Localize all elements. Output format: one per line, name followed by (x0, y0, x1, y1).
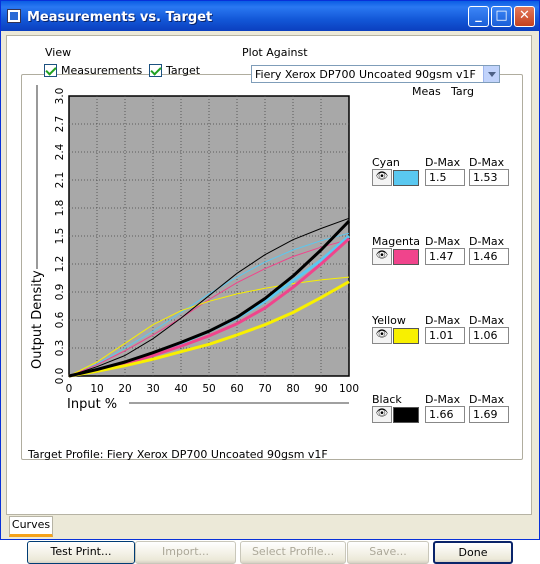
eye-icon[interactable]: 👁 (372, 248, 392, 265)
minimize-button[interactable]: _ (468, 6, 489, 27)
targ-dmax-label: D-Max (469, 156, 505, 169)
select-profile-button[interactable]: Select Profile... (240, 541, 346, 564)
measurements-window: Measurements vs. Target _ □ ✕ View Measu… (0, 0, 540, 564)
test-print-button[interactable]: Test Print... (27, 541, 135, 564)
meas-dmax-label: D-Max (425, 393, 461, 406)
meas-dmax-label: D-Max (425, 156, 461, 169)
eye-icon[interactable]: 👁 (372, 327, 392, 344)
plot-against-value: Fiery Xerox DP700 Uncoated 90gsm v1F (255, 68, 476, 81)
x-axis-label: Input % (67, 397, 117, 412)
target-checkbox[interactable] (149, 64, 162, 77)
x-tick-label: 10 (90, 383, 103, 395)
meas-dmax-label: D-Max (425, 314, 461, 327)
close-button[interactable]: ✕ (514, 6, 535, 27)
meas-dmax-value: 1.66 (425, 406, 465, 423)
targ-dmax-value: 1.06 (469, 327, 509, 344)
plot-against-label: Plot Against (242, 46, 308, 59)
window-title: Measurements vs. Target (27, 10, 213, 25)
targ-dmax-value: 1.69 (469, 406, 509, 423)
meas-dmax-value: 1.47 (425, 248, 465, 265)
y-tick-label: 2.4 (54, 143, 66, 160)
targ-column-label: Targ (451, 85, 474, 98)
channel-name: Cyan (372, 156, 400, 169)
app-icon[interactable] (7, 9, 21, 23)
targ-dmax-label: D-Max (469, 235, 505, 248)
y-tick-label: 1.5 (54, 228, 66, 245)
meas-dmax-label: D-Max (425, 235, 461, 248)
eye-icon[interactable]: 👁 (372, 406, 392, 423)
maximize-button[interactable]: □ (491, 6, 512, 27)
measurements-checkbox[interactable] (44, 64, 57, 77)
color-swatch[interactable] (393, 407, 419, 423)
done-button[interactable]: Done (433, 541, 513, 564)
y-tick-label: 0.6 (54, 311, 66, 328)
target-profile-text: Target Profile: Fiery Xerox DP700 Uncoat… (28, 448, 328, 461)
eye-icon[interactable]: 👁 (372, 169, 392, 186)
x-tick-label: 30 (146, 383, 159, 395)
client-area: View Measurements Target Plot Against Fi… (5, 31, 535, 564)
channel-name: Yellow (372, 314, 406, 327)
title-bar[interactable]: Measurements vs. Target _ □ ✕ (1, 1, 539, 31)
y-tick-label: 3.0 (54, 88, 66, 105)
y-tick-label: 0.0 (54, 368, 66, 385)
y-tick-label: 2.1 (54, 172, 66, 189)
tab-curves[interactable]: Curves (9, 516, 53, 537)
channel-name: Black (372, 393, 402, 406)
y-tick-label: 0.9 (54, 284, 66, 301)
y-axis-label: Output Density (30, 270, 45, 369)
channel-name: Magenta (372, 235, 421, 248)
color-swatch[interactable] (393, 328, 419, 344)
targ-dmax-value: 1.46 (469, 248, 509, 265)
measurements-label[interactable]: Measurements (61, 64, 142, 77)
target-label[interactable]: Target (166, 64, 200, 77)
density-chart: 0 10 20 30 40 50 60 70 80 90 100 0.0 0.3 0.6 0.9 1.2 1.… (30, 85, 359, 412)
curves-panel: View Measurements Target Plot Against Fi… (6, 35, 532, 515)
x-tick-label: 100 (339, 383, 359, 395)
x-tick-label: 60 (230, 383, 243, 395)
import-button[interactable]: Import... (135, 541, 236, 564)
color-swatch[interactable] (393, 249, 419, 265)
meas-column-label: Meas (412, 85, 441, 98)
save-button[interactable]: Save... (347, 541, 429, 564)
targ-dmax-label: D-Max (469, 393, 505, 406)
meas-dmax-value: 1.5 (425, 169, 465, 186)
x-tick-label: 50 (202, 383, 215, 395)
x-tick-label: 90 (314, 383, 327, 395)
x-tick-label: 0 (66, 383, 73, 395)
y-tick-label: 1.2 (54, 256, 66, 273)
view-label: View (45, 46, 72, 59)
x-tick-label: 70 (258, 383, 271, 395)
x-tick-label: 40 (174, 383, 187, 395)
y-tick-label: 2.7 (54, 116, 66, 133)
chevron-down-icon[interactable] (483, 66, 499, 82)
meas-dmax-value: 1.01 (425, 327, 465, 344)
color-swatch[interactable] (393, 170, 419, 186)
y-tick-label: 0.3 (54, 340, 66, 357)
x-tick-label: 80 (286, 383, 299, 395)
targ-dmax-label: D-Max (469, 314, 505, 327)
x-tick-label: 20 (118, 383, 131, 395)
y-tick-label: 1.8 (54, 200, 66, 217)
targ-dmax-value: 1.53 (469, 169, 509, 186)
